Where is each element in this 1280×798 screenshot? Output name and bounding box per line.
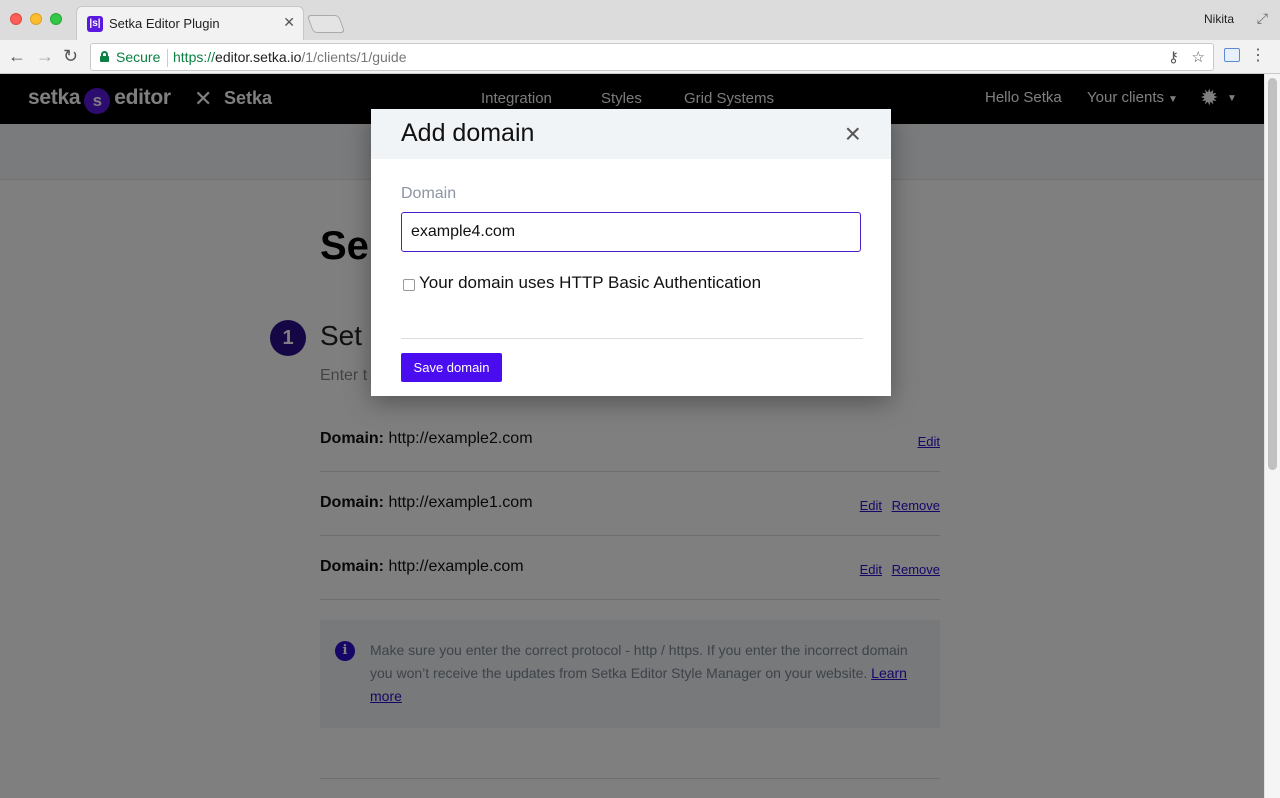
setka-favicon-icon: |s| bbox=[87, 16, 103, 32]
browser-menu-icon[interactable]: ⋮ bbox=[1250, 45, 1266, 65]
lock-icon bbox=[100, 51, 109, 62]
back-arrow-icon[interactable]: ← bbox=[8, 46, 26, 67]
save-domain-button[interactable]: Save domain bbox=[401, 353, 502, 382]
basic-auth-label[interactable]: Your domain uses HTTP Basic Authenticati… bbox=[419, 273, 761, 293]
tab-close-icon[interactable]: ✕ bbox=[283, 14, 295, 31]
modal-title: Add domain bbox=[401, 119, 535, 147]
browser-tab[interactable]: |s| Setka Editor Plugin ✕ bbox=[76, 6, 304, 40]
tab-title: Setka Editor Plugin bbox=[109, 16, 220, 31]
fullscreen-icon[interactable]: ⤢ bbox=[1257, 10, 1268, 27]
page-content: setkaseditor ✕ Setka Integration Styles … bbox=[0, 74, 1264, 798]
basic-auth-checkbox[interactable] bbox=[403, 279, 415, 291]
domain-input[interactable] bbox=[401, 212, 861, 252]
add-domain-modal: Add domain × Domain Your domain uses HTT… bbox=[371, 109, 891, 396]
browser-tab-bar: |s| Setka Editor Plugin ✕ Nikita ⤢ bbox=[0, 0, 1280, 40]
modal-header: Add domain × bbox=[371, 109, 891, 159]
secure-label: Secure bbox=[116, 49, 161, 65]
new-tab-button[interactable] bbox=[306, 15, 346, 33]
key-icon[interactable]: ⚷ bbox=[1168, 48, 1179, 66]
forward-arrow-icon[interactable]: → bbox=[36, 46, 54, 67]
address-bar[interactable]: Secure https://editor.setka.io/1/clients… bbox=[90, 43, 1214, 71]
domain-field-label: Domain bbox=[401, 185, 457, 202]
browser-toolbar: ← → ↻ Secure https://editor.setka.io/1/c… bbox=[0, 40, 1280, 74]
profile-name[interactable]: Nikita bbox=[1204, 12, 1234, 26]
bookmark-star-icon[interactable]: ☆ bbox=[1192, 48, 1205, 66]
url-text[interactable]: https://editor.setka.io/1/clients/1/guid… bbox=[173, 49, 407, 65]
address-separator bbox=[167, 49, 168, 67]
extension-icon[interactable] bbox=[1224, 48, 1240, 62]
close-icon[interactable]: × bbox=[845, 120, 861, 148]
page-scrollbar[interactable] bbox=[1264, 74, 1280, 798]
window-close-button[interactable] bbox=[10, 13, 22, 25]
reload-icon[interactable]: ↻ bbox=[63, 46, 78, 67]
scrollbar-thumb[interactable] bbox=[1268, 78, 1277, 470]
window-minimize-button[interactable] bbox=[30, 13, 42, 25]
modal-divider bbox=[401, 338, 863, 339]
window-zoom-button[interactable] bbox=[50, 13, 62, 25]
